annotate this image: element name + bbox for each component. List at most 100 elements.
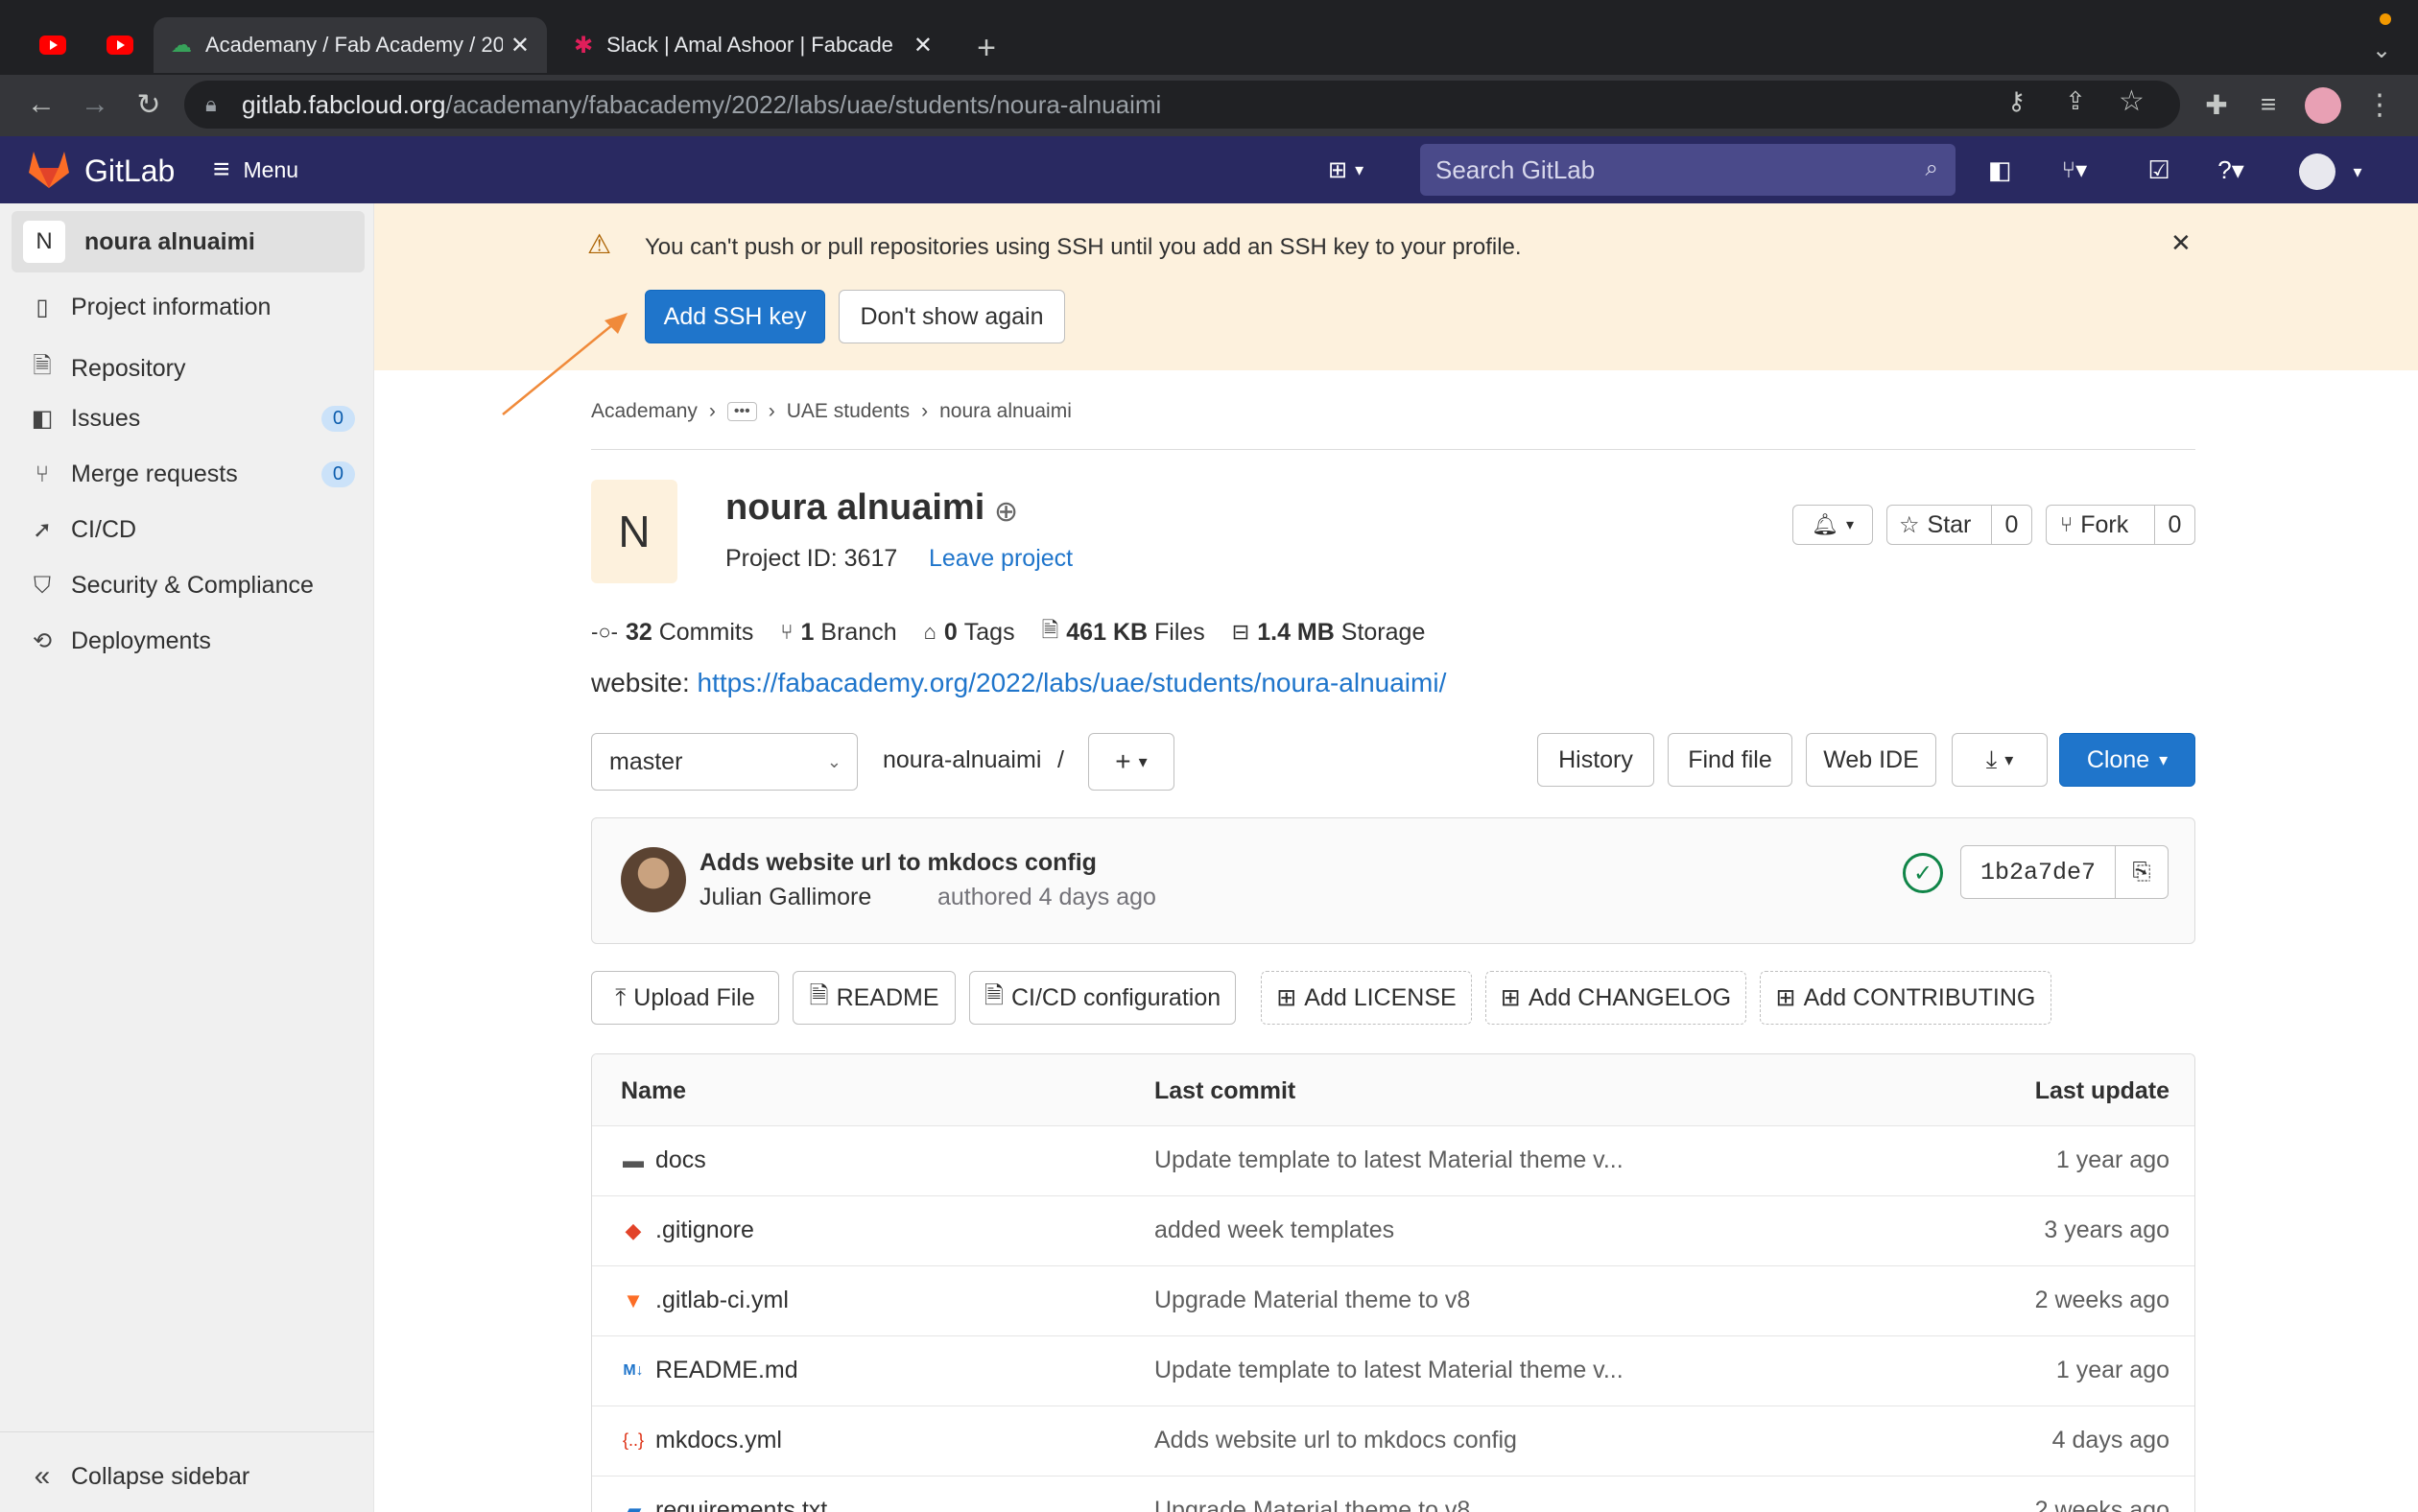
files-stat[interactable]: 🗎︎ 461 KB Files: [1042, 614, 1205, 650]
file-name[interactable]: README.md: [655, 1357, 798, 1384]
browser-tab-slack[interactable]: ✱ Slack | Amal Ashoor | Fabcader… ✕: [557, 17, 950, 73]
close-alert-icon[interactable]: ✕: [2170, 228, 2192, 258]
breadcrumb-item[interactable]: Academany: [591, 400, 698, 423]
website-link[interactable]: https://fabacademy.org/2022/labs/uae/stu…: [698, 668, 1447, 697]
gitlab-brand[interactable]: GitLab: [84, 154, 175, 189]
sidebar-item-merge-requests[interactable]: ⑂ Merge requests 0: [29, 461, 355, 488]
tags-stat[interactable]: ⌂ 0 Tags: [924, 619, 1015, 647]
user-avatar[interactable]: [2299, 154, 2335, 190]
new-dropdown-button[interactable]: ⊞ ▾: [1328, 154, 1386, 186]
help-icon[interactable]: ?▾: [2197, 148, 2264, 192]
close-tab-icon[interactable]: ✕: [510, 32, 530, 59]
sidebar-item-project-information[interactable]: ▯ Project information: [29, 294, 355, 321]
table-row[interactable]: {..} mkdocs.yml Adds website url to mkdoc…: [592, 1406, 2194, 1476]
file-last-commit[interactable]: Upgrade Material theme to v8: [1154, 1287, 1470, 1314]
file-name[interactable]: mkdocs.yml: [655, 1427, 782, 1454]
project-avatar: N: [591, 480, 677, 583]
add-to-tree-button[interactable]: + ▾: [1088, 733, 1174, 791]
search-input[interactable]: Search GitLab ⌕: [1420, 144, 1956, 196]
new-tab-icon[interactable]: +: [963, 25, 1009, 71]
gitlab-logo-icon[interactable]: [27, 149, 71, 189]
pinned-tab-youtube-2[interactable]: [86, 17, 154, 73]
star-button[interactable]: ☆ Star 0: [1886, 505, 2032, 545]
notification-button[interactable]: 🔔︎ ▾: [1792, 505, 1873, 545]
leave-project-link[interactable]: Leave project: [929, 545, 1073, 573]
dont-show-again-button[interactable]: Don't show again: [839, 290, 1065, 343]
extensions-icon[interactable]: ✚: [2197, 84, 2236, 125]
table-row[interactable]: ◆ .gitignore added week templates 3 years…: [592, 1195, 2194, 1265]
sidebar-project-header[interactable]: N noura alnuaimi: [12, 211, 365, 272]
sidebar-item-security-compliance[interactable]: ⛉ Security & Compliance: [29, 572, 355, 600]
copy-sha-icon[interactable]: ⎘: [2115, 845, 2169, 899]
download-button[interactable]: ⤓ ▾: [1952, 733, 2048, 787]
find-file-button[interactable]: Find file: [1668, 733, 1792, 787]
address-bar[interactable]: 🔒︎ gitlab.fabcloud.org/academany/fabacad…: [184, 81, 2180, 129]
browser-tab-academany[interactable]: ☁ Academany / Fab Academy / 20… ✕: [154, 17, 547, 73]
web-ide-button[interactable]: Web IDE: [1806, 733, 1936, 787]
upload-file-button[interactable]: ⤒ Upload File: [591, 971, 779, 1025]
file-name[interactable]: .gitignore: [655, 1217, 754, 1244]
pinned-tab-youtube-1[interactable]: [19, 17, 86, 73]
branch-stat[interactable]: ⑂ 1 Branch: [780, 619, 896, 647]
notification-dot: [2380, 13, 2391, 25]
plus-square-icon: ⊞: [1775, 984, 1796, 1011]
file-last-commit[interactable]: Update template to latest Material theme…: [1154, 1146, 1624, 1174]
repo-path[interactable]: noura-alnuaimi: [883, 746, 1041, 774]
browser-menu-icon[interactable]: ⋮: [2360, 84, 2399, 125]
readme-button[interactable]: 🗎︎ README: [793, 971, 956, 1025]
add-changelog-button[interactable]: ⊞ Add CHANGELOG: [1485, 971, 1746, 1025]
history-button[interactable]: History: [1537, 733, 1654, 787]
collapse-sidebar-button[interactable]: « Collapse sidebar: [29, 1460, 355, 1493]
share-icon[interactable]: ⇪: [2065, 86, 2086, 116]
bookmark-star-icon[interactable]: ☆: [2119, 84, 2145, 118]
pipeline-status-icon[interactable]: ✓: [1903, 853, 1943, 893]
commit-author[interactable]: Julian Gallimore: [699, 884, 871, 911]
sidebar-item-deployments[interactable]: ⟲ Deployments: [29, 627, 355, 655]
fork-button[interactable]: ⑂ Fork 0: [2046, 505, 2195, 545]
branch-selector[interactable]: master ⌄: [591, 733, 858, 791]
file-last-commit[interactable]: Upgrade Material theme to v8: [1154, 1497, 1470, 1512]
table-row[interactable]: ▼ .gitlab-ci.yml Upgrade Material theme t…: [592, 1265, 2194, 1335]
storage-label: Storage: [1340, 618, 1426, 646]
issues-shortcut-icon[interactable]: ◧: [1980, 148, 2019, 192]
add-contributing-button[interactable]: ⊞ Add CONTRIBUTING: [1760, 971, 2051, 1025]
breadcrumb-item[interactable]: UAE students: [787, 400, 910, 423]
table-row[interactable]: ▰ requirements.txt Upgrade Material theme…: [592, 1476, 2194, 1512]
lock-icon: 🔒︎: [205, 92, 217, 116]
add-license-button[interactable]: ⊞ Add LICENSE: [1261, 971, 1472, 1025]
forward-icon[interactable]: →: [73, 83, 117, 127]
sidebar-item-issues[interactable]: ◧ Issues 0: [29, 405, 355, 433]
sidebar-item-ci-cd[interactable]: ➚ CI/CD: [29, 516, 355, 544]
merge-requests-shortcut-icon[interactable]: ⑂▾: [2044, 148, 2105, 192]
file-name[interactable]: requirements.txt: [655, 1497, 827, 1512]
file-last-commit[interactable]: added week templates: [1154, 1217, 1394, 1244]
clone-button[interactable]: Clone ▾: [2059, 733, 2195, 787]
file-name[interactable]: docs: [655, 1146, 706, 1174]
add-ssh-key-button[interactable]: Add SSH key: [645, 290, 825, 343]
table-row[interactable]: ▬ docs Update template to latest Material…: [592, 1125, 2194, 1195]
menu-button[interactable]: ≡ Menu: [213, 146, 328, 194]
file-last-commit[interactable]: Adds website url to mkdocs config: [1154, 1427, 1517, 1454]
commit-sha[interactable]: 1b2a7de7: [1960, 845, 2116, 899]
user-menu-chevron-icon[interactable]: ▾: [2343, 154, 2372, 190]
search-icon: ⌕: [1925, 155, 1938, 181]
breadcrumb-expand-button[interactable]: •••: [726, 402, 757, 421]
commit-author-avatar[interactable]: [621, 847, 686, 912]
todos-icon[interactable]: ☑: [2140, 148, 2178, 192]
media-control-icon[interactable]: ≡: [2249, 84, 2288, 125]
breadcrumb-item[interactable]: noura alnuaimi: [939, 400, 1072, 423]
tab-search-chevron-icon[interactable]: ⌄: [2360, 31, 2403, 69]
file-last-update: 3 years ago: [2044, 1217, 2169, 1243]
file-last-commit[interactable]: Update template to latest Material theme…: [1154, 1357, 1624, 1384]
table-row[interactable]: M↓ README.md Update template to latest Ma…: [592, 1335, 2194, 1406]
browser-profile-avatar[interactable]: [2305, 87, 2341, 124]
commit-title[interactable]: Adds website url to mkdocs config: [699, 849, 1097, 877]
ci-cd-configuration-button[interactable]: 🗎︎ CI/CD configuration: [969, 971, 1236, 1025]
sidebar-item-repository[interactable]: 🗎︎ Repository: [29, 349, 355, 389]
password-key-icon[interactable]: ⚷: [2007, 86, 2026, 116]
reload-icon[interactable]: ↻: [127, 83, 171, 127]
commits-stat[interactable]: -○- 32 Commits: [591, 619, 753, 647]
close-tab-icon[interactable]: ✕: [913, 32, 933, 59]
file-name[interactable]: .gitlab-ci.yml: [655, 1287, 789, 1314]
back-icon[interactable]: ←: [19, 83, 63, 127]
